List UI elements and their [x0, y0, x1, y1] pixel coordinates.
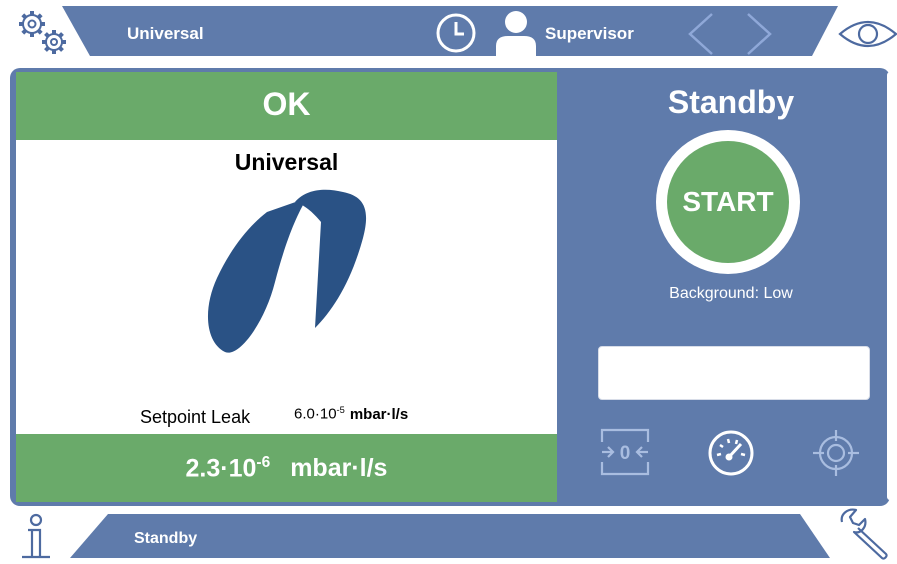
setpoint-value: 6.0·10-5 mbar·l/s	[294, 405, 408, 423]
mode-label: Universal	[127, 24, 204, 43]
gauge-icon[interactable]	[707, 429, 755, 477]
status-text-bottom: Standby	[134, 530, 198, 547]
user-icon[interactable]	[494, 8, 538, 58]
status-text: OK	[262, 86, 311, 122]
crosshair-icon[interactable]	[812, 429, 860, 477]
leak-rate-exponent: -6	[256, 454, 271, 471]
bottom-bar: Standby	[0, 506, 897, 564]
scrollbar[interactable]	[887, 72, 894, 500]
card-title: Universal	[234, 149, 339, 175]
svg-text:0: 0	[620, 443, 631, 464]
background-status: Background: Low	[669, 285, 793, 302]
wrench-icon[interactable]	[836, 508, 892, 562]
clock-icon[interactable]	[434, 11, 478, 55]
setpoint-label: Setpoint Leak	[140, 407, 251, 427]
top-bar: Universal Supervisor	[0, 0, 897, 64]
gears-icon[interactable]	[14, 8, 74, 58]
info-icon[interactable]	[16, 512, 56, 562]
message-box	[598, 346, 870, 400]
leak-rate-mantissa: 2.3·10	[185, 454, 257, 483]
start-button[interactable]: START	[667, 141, 789, 263]
setpoint-mantissa: 6.0·10	[294, 405, 337, 423]
setpoint-unit: mbar·l/s	[349, 405, 409, 423]
chevron-left-icon[interactable]	[686, 12, 716, 56]
state-title: Standby	[667, 84, 795, 120]
setpoint-exponent: -5	[336, 405, 345, 415]
inficon-logo	[203, 186, 369, 363]
user-label[interactable]: Supervisor	[545, 24, 634, 44]
chevron-right-icon[interactable]	[744, 12, 774, 56]
zero-icon[interactable]: 0	[600, 428, 650, 476]
leak-rate-value: 2.3·10-6 mbar·l/s	[16, 454, 557, 483]
eye-icon[interactable]	[838, 16, 897, 52]
leak-rate-unit: mbar·l/s	[290, 454, 388, 483]
